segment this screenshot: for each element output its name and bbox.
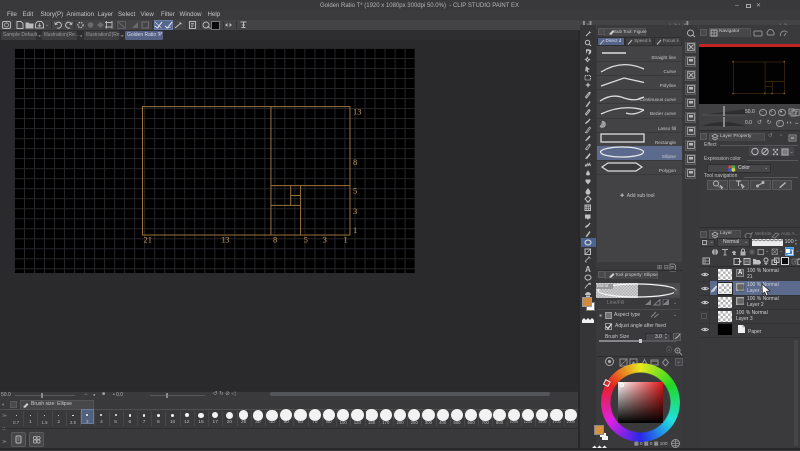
svg-text:8: 8	[273, 235, 277, 245]
svg-text:21: 21	[144, 235, 153, 245]
svg-text:3: 3	[353, 206, 357, 216]
svg-text:1: 1	[353, 225, 357, 235]
svg-text:3: 3	[323, 235, 327, 245]
svg-text:1: 1	[343, 235, 347, 245]
svg-text:8: 8	[353, 157, 357, 167]
svg-text:13: 13	[221, 235, 230, 245]
svg-text:13: 13	[353, 107, 362, 117]
svg-text:5: 5	[353, 186, 357, 196]
svg-text:A: A	[585, 265, 591, 273]
svg-text:5: 5	[304, 235, 308, 245]
